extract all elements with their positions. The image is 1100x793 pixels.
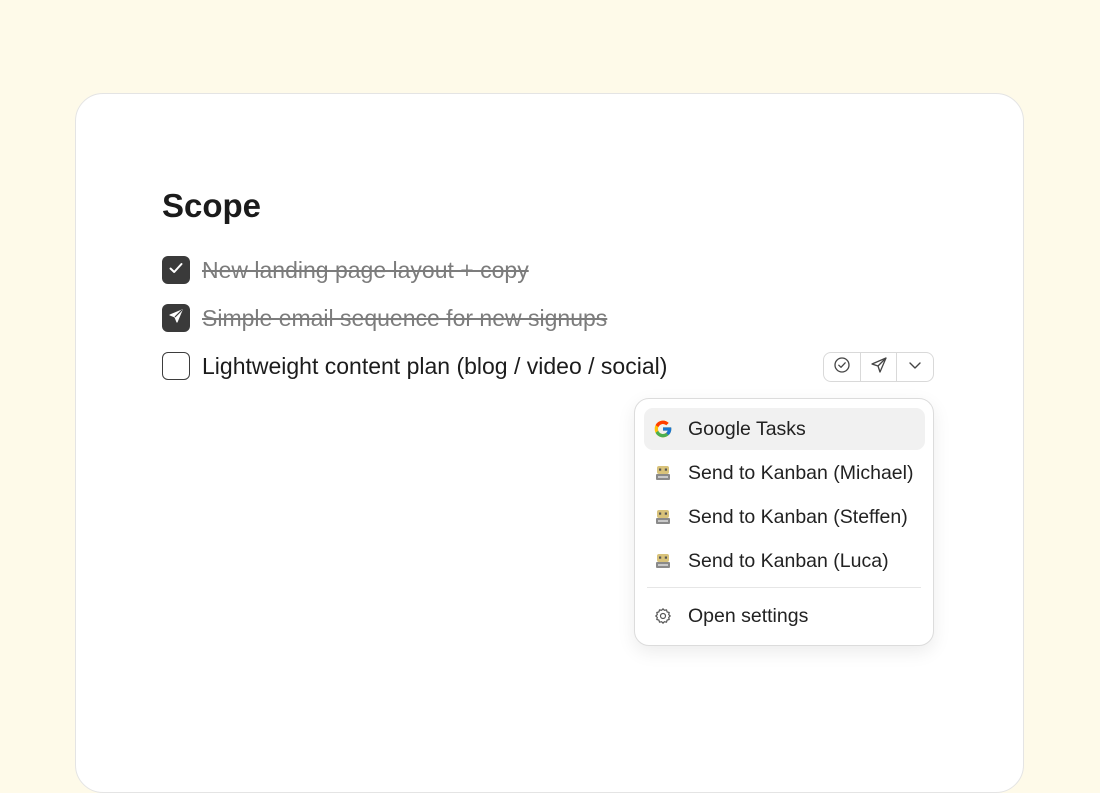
check-icon xyxy=(167,259,185,282)
menu-item-kanban-luca[interactable]: Send to Kanban (Luca) xyxy=(644,540,925,582)
task-item: New landing page layout + copy xyxy=(162,255,529,285)
task-text: Lightweight content plan (blog / video /… xyxy=(202,352,668,379)
menu-item-google-tasks[interactable]: Google Tasks xyxy=(644,408,925,450)
complete-icon xyxy=(833,356,851,379)
send-icon xyxy=(167,307,185,330)
task-checkbox-sent[interactable] xyxy=(162,304,190,332)
task-action-toolbar xyxy=(823,352,934,382)
task-item: Lightweight content plan (blog / video /… xyxy=(162,351,667,381)
gear-icon xyxy=(653,606,673,626)
kanban-robot-icon xyxy=(653,463,673,483)
task-checkbox[interactable] xyxy=(162,352,190,380)
menu-divider xyxy=(647,587,921,588)
send-task-button[interactable] xyxy=(861,353,898,381)
menu-item-open-settings[interactable]: Open settings xyxy=(644,595,925,637)
menu-item-kanban-steffen[interactable]: Send to Kanban (Steffen) xyxy=(644,496,925,538)
menu-item-kanban-michael[interactable]: Send to Kanban (Michael) xyxy=(644,452,925,494)
kanban-robot-icon xyxy=(653,551,673,571)
google-icon xyxy=(653,419,673,439)
task-text: Simple email sequence for new signups xyxy=(202,304,608,331)
more-options-button[interactable] xyxy=(897,353,933,381)
task-checkbox-checked[interactable] xyxy=(162,256,190,284)
chevron-down-icon xyxy=(907,357,923,378)
section-title: Scope xyxy=(162,187,262,224)
task-item: Simple email sequence for new signups xyxy=(162,303,607,333)
send-to-menu: Google Tasks Send to Kanban (Michael) Se… xyxy=(634,398,934,646)
send-icon xyxy=(870,356,888,379)
complete-task-button[interactable] xyxy=(824,353,861,381)
task-text: New landing page layout + copy xyxy=(202,256,529,283)
kanban-robot-icon xyxy=(653,507,673,527)
